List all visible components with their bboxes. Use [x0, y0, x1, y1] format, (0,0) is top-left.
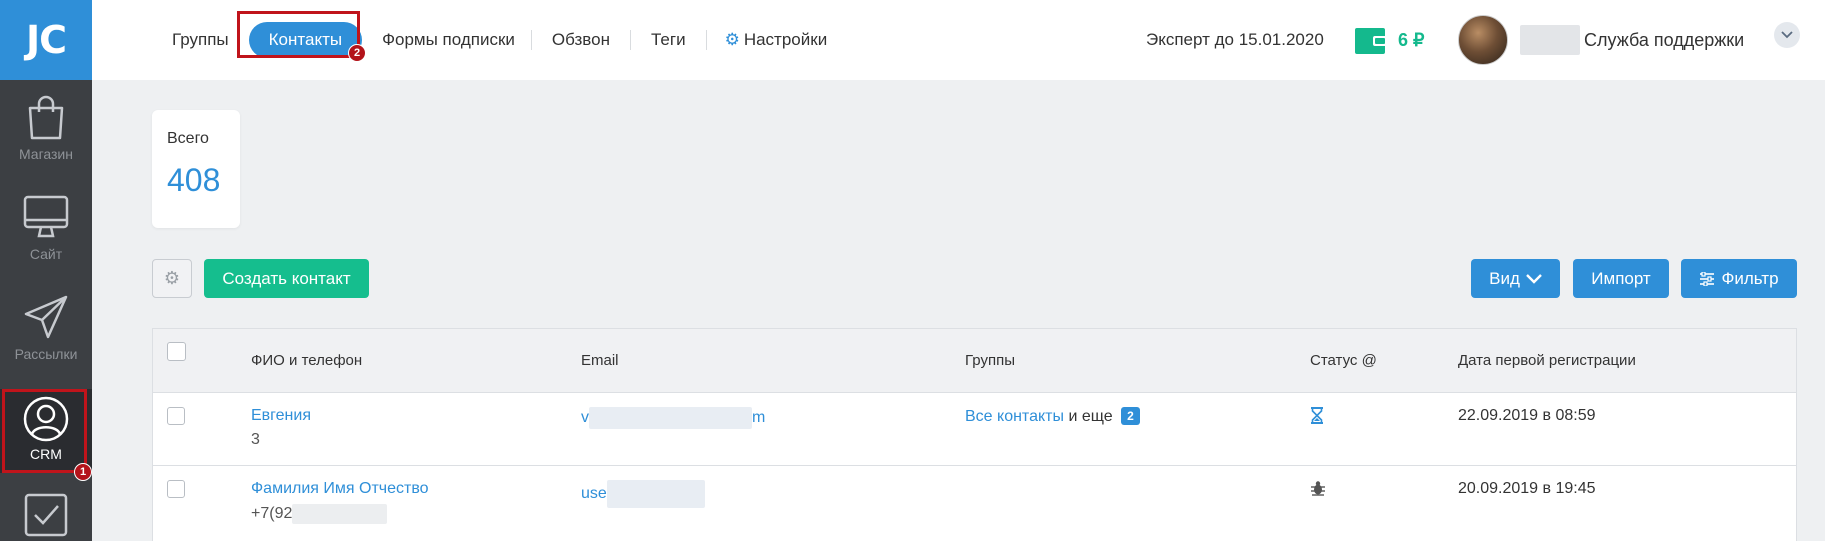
filter-button[interactable]: Фильтр	[1681, 259, 1797, 298]
table-header: ФИО и телефон Email Группы Статус @ Дата…	[153, 329, 1796, 393]
email-start: use	[581, 485, 607, 502]
highlight-frame-crm	[2, 389, 87, 473]
column-header-groups[interactable]: Группы	[965, 352, 1015, 369]
contact-phone: +7(92	[251, 504, 388, 524]
tab-tags[interactable]: Теги	[631, 30, 706, 50]
column-header-name[interactable]: ФИО и телефон	[251, 352, 362, 369]
create-contact-button[interactable]: Создать контакт	[204, 259, 369, 298]
table-row[interactable]: Евгения 3 v m Все контакты и еще 2 22.09…	[153, 393, 1796, 466]
stat-label: Всего	[167, 130, 209, 147]
total-contacts-card: Всего 408	[152, 110, 240, 228]
column-header-status[interactable]: Статус @	[1310, 352, 1377, 369]
contact-name-link[interactable]: Евгения	[251, 407, 311, 425]
top-bar: Группы Контакты Формы подписки Обзвон Те…	[92, 0, 1825, 80]
bug-icon	[1311, 481, 1325, 496]
redacted-email	[589, 407, 752, 429]
table-row[interactable]: Фамилия Имя Отчество +7(92 use 20.09.201…	[153, 466, 1796, 541]
import-button[interactable]: Импорт	[1573, 259, 1669, 298]
step-marker-2: 2	[348, 44, 366, 62]
redacted-name	[1520, 25, 1580, 55]
avatar[interactable]	[1458, 15, 1508, 65]
filter-button-label: Фильтр	[1721, 268, 1779, 288]
user-menu-toggle[interactable]	[1774, 22, 1800, 48]
user-name: Служба поддержки	[1584, 29, 1745, 50]
step-marker-1: 1	[74, 463, 92, 481]
tab-subscription-forms[interactable]: Формы подписки	[366, 30, 531, 50]
contact-groups: Все контакты и еще 2	[965, 407, 1140, 426]
user-menu[interactable]: Служба поддержки	[1458, 0, 1744, 80]
email-start: v	[581, 409, 589, 426]
row-checkbox[interactable]	[167, 407, 185, 425]
sidebar-item-tasks[interactable]	[0, 492, 92, 538]
chevron-down-icon	[1526, 273, 1542, 284]
checkbox-icon	[24, 493, 68, 537]
column-header-email[interactable]: Email	[581, 352, 619, 369]
select-all-checkbox[interactable]	[167, 342, 186, 361]
tab-settings-label: Настройки	[743, 30, 828, 49]
tab-groups[interactable]: Группы	[156, 30, 245, 50]
contact-email-link[interactable]: use	[581, 480, 705, 508]
sidebar-item-label: Магазин	[18, 146, 73, 162]
sidebar-item-label: Сайт	[29, 246, 63, 262]
plan-info[interactable]: Эксперт до 15.01.2020	[1146, 0, 1324, 80]
sidebar-item-label: Рассылки	[14, 346, 78, 362]
tab-calls[interactable]: Обзвон	[532, 30, 630, 50]
highlight-frame-contacts	[237, 11, 360, 58]
groups-count-badge[interactable]: 2	[1121, 407, 1140, 425]
bag-icon	[28, 95, 64, 140]
table-settings-button[interactable]: ⚙	[152, 259, 192, 298]
chevron-down-icon	[1781, 31, 1793, 39]
sidebar-item-shop[interactable]: Магазин	[0, 94, 92, 162]
view-button[interactable]: Вид	[1471, 259, 1560, 298]
contact-email-link[interactable]: v m	[581, 407, 765, 429]
contacts-table: ФИО и телефон Email Группы Статус @ Дата…	[152, 328, 1797, 541]
status-pending	[1310, 407, 1324, 429]
app-logo[interactable]: JC	[0, 0, 92, 80]
status-error	[1310, 480, 1326, 501]
sliders-icon	[1700, 271, 1715, 286]
group-link[interactable]: Все контакты	[965, 408, 1064, 425]
groups-more-text: и еще	[1068, 408, 1113, 425]
sidebar-item-mailings[interactable]: Рассылки	[0, 294, 92, 362]
balance[interactable]: 6 ₽	[1354, 0, 1424, 80]
hourglass-icon	[1311, 407, 1323, 424]
redacted-phone	[292, 504, 388, 524]
phone-start: +7(92	[251, 505, 293, 522]
paper-plane-icon	[24, 295, 68, 339]
row-checkbox[interactable]	[167, 480, 185, 498]
balance-amount: 6 ₽	[1398, 29, 1425, 50]
gear-icon: ⚙	[724, 30, 740, 49]
contact-phone: 3	[251, 431, 260, 448]
contact-name-link[interactable]: Фамилия Имя Отчество	[251, 480, 429, 498]
gear-icon: ⚙	[163, 268, 181, 288]
stat-value: 408	[167, 162, 221, 198]
monitor-icon	[23, 195, 69, 238]
email-end: m	[752, 409, 766, 426]
redacted-email	[606, 480, 705, 508]
registration-date: 22.09.2019 в 08:59	[1458, 407, 1596, 424]
sidebar-item-site[interactable]: Сайт	[0, 194, 92, 262]
view-button-label: Вид	[1489, 268, 1520, 288]
tab-settings[interactable]: ⚙ Настройки	[707, 30, 846, 50]
wallet-icon	[1355, 28, 1387, 54]
registration-date: 20.09.2019 в 19:45	[1458, 480, 1596, 497]
column-header-date[interactable]: Дата первой регистрации	[1458, 352, 1636, 369]
